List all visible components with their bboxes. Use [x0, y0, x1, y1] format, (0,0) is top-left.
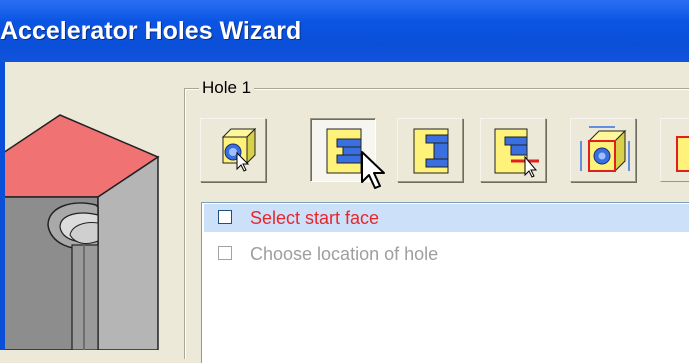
hole-position-button[interactable]	[570, 118, 636, 182]
window-title: Accelerator Holes Wizard	[0, 17, 302, 45]
stepped-hole-icon	[413, 128, 449, 174]
step-checkbox[interactable]	[218, 210, 232, 224]
hole-type-icon	[676, 136, 689, 172]
mouse-pointer-icon	[361, 151, 385, 189]
toolbar-button-partial[interactable]	[660, 118, 689, 182]
step-select-start-face[interactable]: Select start face	[204, 204, 689, 232]
steps-list[interactable]: Select start face Choose location of hol…	[201, 202, 689, 363]
window-frame-left	[0, 62, 5, 350]
hole-depth-button[interactable]	[480, 118, 546, 182]
step-label: Choose location of hole	[250, 244, 439, 264]
stepped-hole-button[interactable]	[397, 118, 463, 182]
hole-depth-icon	[494, 128, 539, 178]
step-label: Select start face	[250, 208, 380, 228]
step-checkbox[interactable]	[218, 246, 232, 260]
hole-on-face-icon	[221, 127, 257, 172]
part-preview	[0, 95, 170, 351]
step-choose-location[interactable]: Choose location of hole	[204, 240, 689, 268]
title-bar[interactable]: Accelerator Holes Wizard	[0, 0, 689, 62]
hole-position-icon	[580, 126, 630, 173]
hole-on-face-button[interactable]	[200, 118, 266, 182]
group-label: Hole 1	[199, 77, 255, 99]
